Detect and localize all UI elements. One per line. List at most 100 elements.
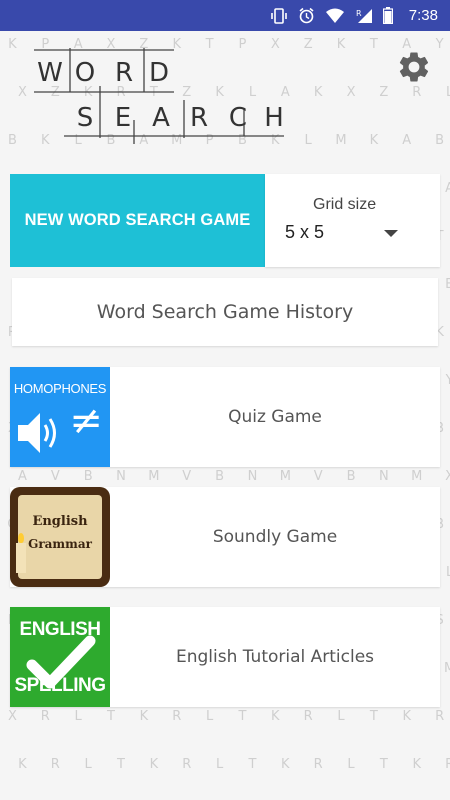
background-letter: B [83,469,93,484]
background-letter: K [402,709,411,724]
background-letter: N [379,469,389,484]
background-letter: K [149,757,159,772]
english-spelling-line2: SPELLING [14,675,106,696]
soundly-game-card[interactable]: English Grammar Soundly Game [10,487,440,587]
background-letter: L [84,757,92,772]
background-letter: T [379,757,388,772]
english-tutorial-articles-label: English Tutorial Articles [175,647,375,667]
background-letter-row: KRLTKRLTKRLTKR [6,757,450,772]
background-letter: R [435,709,445,724]
settings-button[interactable] [396,49,432,85]
background-letter-row: AVBNMVBNMVBNMX [6,469,450,484]
background-letter: B [346,469,356,484]
background-letter: L [347,757,355,772]
background-letter: X [445,469,450,484]
background-letter: K [412,757,421,772]
quiz-game-card[interactable]: HOMOPHONES ≠ Quiz Game [10,367,440,467]
english-grammar-line1: English [32,514,88,529]
background-letter: L [337,709,345,724]
gear-icon [399,52,429,82]
background-letter: R [445,757,450,772]
logo-letter: E [114,103,132,133]
background-letter-row: XRLTKRLTKRLTKR [0,709,450,724]
background-letter: M [411,469,423,484]
logo-letter: S [76,103,94,133]
background-letter: B [435,133,445,148]
soundly-game-label: Soundly Game [212,527,338,547]
background-letter: T [238,709,247,724]
new-word-search-game-button[interactable]: NEW WORD SEARCH GAME [10,174,265,267]
background-letter: B [7,133,17,148]
logo-letter: C [228,103,248,133]
candle-flame-icon [18,533,24,543]
wifi-icon [325,8,345,24]
background-letter: M [279,469,291,484]
status-time: 7:38 [408,7,438,24]
background-letter: A [402,133,412,148]
background-letter: R [50,757,60,772]
logo-letter: R [189,103,209,133]
background-letter: M [148,469,160,484]
background-letter: R [412,85,422,100]
background-letter: K [336,37,346,52]
background-letter: K [271,709,280,724]
logo-letter: D [148,58,170,88]
battery-icon [382,7,393,24]
word-search-logo: W O R D S E A R C H [34,48,294,148]
grid-size-value: 5 x 5 [285,222,325,242]
background-letter: K [139,709,149,724]
english-grammar-thumbnail: English Grammar [10,487,110,587]
background-letter: Z [379,85,389,100]
homophones-thumbnail: HOMOPHONES ≠ [10,367,110,467]
background-letter: L [205,709,214,724]
background-letter: K [369,133,379,148]
logo-letter: H [264,103,284,133]
background-letter: L [74,709,82,724]
background-letter: K [8,37,17,52]
background-letter: T [369,709,378,724]
background-letter: L [215,757,224,772]
background-letter: X [346,85,356,100]
background-letter: L [304,133,312,148]
quiz-game-label: Quiz Game [228,407,322,427]
vibrate-icon [270,7,288,24]
background-letter: Z [303,37,313,52]
english-tutorial-articles-card[interactable]: ENGLISH SPELLING English Tutorial Articl… [10,607,440,707]
grid-size-label: Grid size [313,196,377,213]
game-history-button[interactable]: Word Search Game History [12,278,438,346]
background-letter: V [313,469,323,484]
homophones-text: HOMOPHONES [13,381,107,396]
not-equal-icon: ≠ [69,398,103,444]
background-letter: K [18,757,27,772]
grid-size-selector[interactable]: Grid size 5 x 5 [265,174,440,267]
candle-icon [16,543,26,573]
logo-letter: O [74,58,96,88]
background-letter: N [247,469,258,484]
background-letter: B [215,469,225,484]
background-letter: R [313,757,323,772]
background-letter: T [107,709,115,724]
background-letter: L [445,85,450,100]
logo-letter: A [152,103,170,133]
english-grammar-line2: Grammar [28,537,92,551]
status-bar: R 7:38 [0,0,450,31]
background-letter: N [116,469,126,484]
background-letter: A [17,469,27,484]
dropdown-caret-icon [384,230,398,237]
background-letter: K [281,757,290,772]
background-letter: V [50,469,60,484]
alarm-icon [298,7,315,24]
background-letter: M [335,133,347,148]
background-letter: T [248,757,257,772]
background-letter: T [369,37,378,52]
logo-letter: R [114,58,134,88]
logo-letter: W [37,58,63,88]
background-letter: R [182,757,192,772]
background-letter: R [303,709,313,724]
background-letter: R [172,709,182,724]
english-spelling-thumbnail: ENGLISH SPELLING [10,607,110,707]
background-letter: T [117,757,125,772]
svg-text:R: R [356,9,362,18]
background-letter: K [313,85,323,100]
signal-icon: R [355,8,373,24]
